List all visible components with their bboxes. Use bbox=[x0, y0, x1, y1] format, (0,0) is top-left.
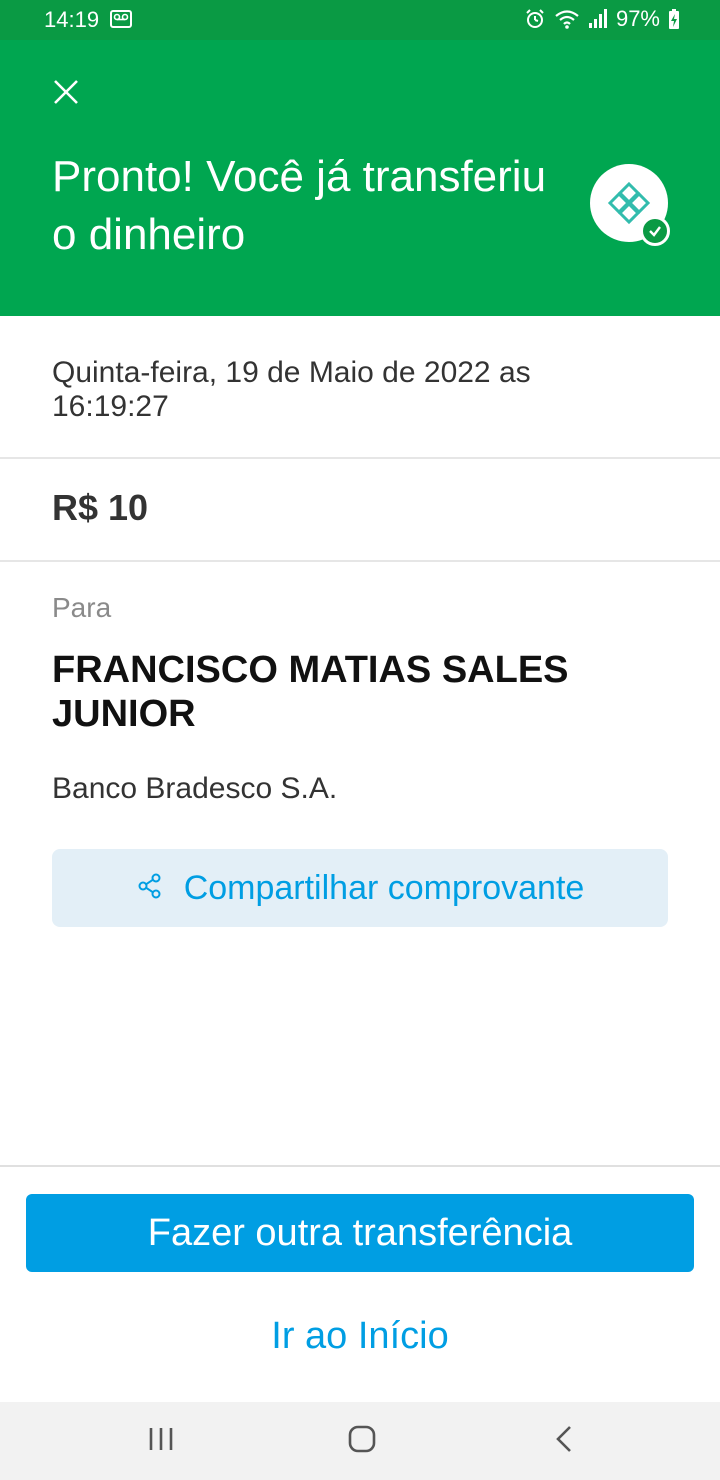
success-header: Pronto! Você já transferiu o dinheiro bbox=[0, 40, 720, 316]
close-icon bbox=[53, 79, 79, 110]
transfer-date: Quinta-feira, 19 de Maio de 2022 as 16:1… bbox=[52, 356, 531, 423]
back-icon bbox=[554, 1425, 574, 1458]
new-transfer-label: Fazer outra transferência bbox=[147, 1211, 573, 1254]
battery-charging-icon bbox=[668, 8, 680, 30]
home-icon bbox=[348, 1425, 376, 1458]
transfer-date-section: Quinta-feira, 19 de Maio de 2022 as 16:1… bbox=[0, 316, 720, 459]
back-button[interactable] bbox=[504, 1402, 624, 1480]
status-bar: 14:19 97% bbox=[0, 0, 720, 40]
alarm-icon bbox=[524, 8, 546, 30]
share-receipt-label: Compartilhar comprovante bbox=[183, 868, 585, 907]
transfer-amount-section: R$ 10 bbox=[0, 459, 720, 562]
wifi-icon bbox=[554, 8, 580, 30]
share-icon bbox=[136, 872, 164, 905]
status-indicators: 97% bbox=[524, 6, 680, 32]
home-button[interactable] bbox=[302, 1402, 422, 1480]
close-button[interactable] bbox=[44, 72, 88, 116]
recent-apps-button[interactable] bbox=[101, 1402, 221, 1480]
share-receipt-button[interactable]: Compartilhar comprovante bbox=[52, 849, 668, 927]
recipient-label: Para bbox=[52, 592, 112, 623]
transfer-amount: R$ 10 bbox=[52, 487, 149, 528]
recipient-name: FRANCISCO MATIAS SALES JUNIOR bbox=[52, 649, 569, 735]
signal-icon bbox=[588, 8, 608, 30]
footer-divider bbox=[0, 1165, 720, 1167]
page-title: Pronto! Você já transferiu o dinheiro bbox=[52, 152, 547, 259]
voicemail-icon bbox=[110, 10, 132, 28]
battery-text: 97% bbox=[615, 6, 660, 31]
status-time: 14:19 bbox=[44, 7, 100, 32]
system-nav-bar bbox=[0, 1402, 720, 1480]
check-icon bbox=[640, 216, 670, 246]
go-home-label: Ir ao Início bbox=[271, 1314, 449, 1357]
go-home-link[interactable]: Ir ao Início bbox=[160, 1304, 560, 1368]
recipient-bank: Banco Bradesco S.A. bbox=[52, 772, 338, 805]
recent-apps-icon bbox=[147, 1426, 175, 1457]
new-transfer-button[interactable]: Fazer outra transferência bbox=[26, 1194, 694, 1272]
